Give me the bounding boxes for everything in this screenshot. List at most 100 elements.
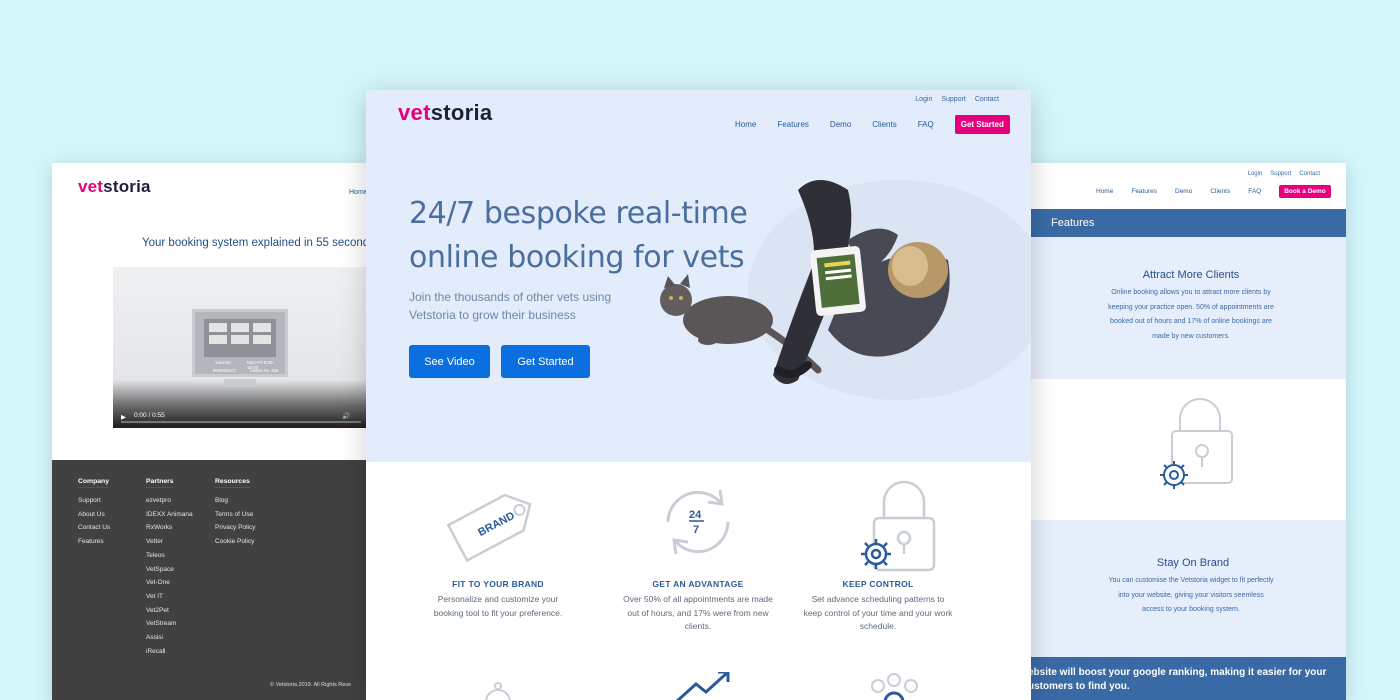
footer-link[interactable]: Blog — [215, 494, 255, 508]
video-headline: Your booking system explained in 55 seco… — [142, 237, 372, 249]
footer-link[interactable]: Vet-One — [146, 576, 193, 590]
contact-link[interactable]: Contact — [1299, 171, 1320, 177]
features-section: BRAND FIT TO YOUR BRAND Personalize and … — [366, 462, 1031, 700]
lock-gear-icon — [1160, 398, 1233, 489]
top-links: Login Support Contact — [1240, 171, 1320, 177]
nav-home[interactable]: Home — [735, 120, 756, 129]
footer-link[interactable]: iRecall — [146, 645, 193, 659]
footer-link[interactable]: Support — [78, 494, 110, 508]
banner-text: ustomers to find you. — [1028, 680, 1130, 692]
24-7-cycle-icon: 24 7 — [666, 489, 730, 555]
logo-part-storia: storia — [430, 100, 493, 125]
nav-clients[interactable]: Clients — [1210, 188, 1230, 195]
attract-clients-section: Attract More Clients Online booking allo… — [1022, 237, 1346, 379]
features-section-header: Features — [1022, 209, 1346, 237]
logo-part-vet: vet — [398, 100, 431, 125]
footer-heading: Company — [78, 478, 109, 488]
footer-link[interactable]: VetSpace — [146, 563, 193, 577]
footer-link[interactable]: Terms of Use — [215, 508, 255, 522]
feature-title: FIT TO YOUR BRAND — [452, 579, 544, 589]
feature-description: Set advance scheduling patterns to keep … — [803, 594, 953, 631]
video-progress-bar[interactable] — [121, 421, 361, 423]
footer-heading: Resources — [215, 478, 250, 488]
contact-link[interactable]: Contact — [975, 96, 999, 103]
footer-link[interactable]: Vet IT — [146, 590, 193, 604]
footer-col-resources: Resources Blog Terms of Use Privacy Poli… — [215, 478, 255, 549]
explainer-video[interactable]: YourVet Mon-Fri 9:00-18:00 8089382Z2 Lex… — [113, 267, 372, 428]
get-started-button[interactable]: Get Started — [501, 345, 590, 378]
center-page-screenshot: vetstoria Login Support Contact Home Featu… — [366, 90, 1031, 700]
logo-part-vet: vet — [78, 177, 104, 196]
screen-text: YourVet — [215, 360, 231, 365]
footer-link[interactable]: Privacy Policy — [215, 521, 255, 535]
feature-advantage: 24 7 GET AN ADVANTAGE Over 50% of all ap… — [598, 462, 798, 634]
footer-link[interactable]: ezvetpro — [146, 494, 193, 508]
support-link[interactable]: Support — [941, 96, 966, 103]
banner-text: ebsite will boost your google ranking, m… — [1028, 667, 1327, 678]
feature-control: KEEP CONTROL Set advance scheduling patt… — [778, 462, 978, 634]
feature-description: Personalize and customize your booking t… — [433, 594, 563, 618]
nav-clients[interactable]: Clients — [872, 120, 896, 129]
vetstoria-logo[interactable]: vetstoria — [78, 177, 151, 197]
volume-icon[interactable]: 🔊 — [342, 412, 350, 420]
hero-subtext: Join the thousands of other vets using V… — [409, 290, 612, 322]
video-controls: ▶ 0:00 / 0:55 🔊 — [113, 404, 372, 428]
left-page-screenshot: vetstoria Home Your booking system expla… — [52, 163, 372, 700]
get-started-nav-button[interactable]: Get Started — [954, 115, 1010, 134]
copyright-text: © Vetstoria 2019. All Rights Rese — [270, 682, 352, 688]
section-title: Stay On Brand — [1156, 557, 1230, 569]
stay-on-brand-section: Stay On Brand You can customise the Vets… — [1022, 520, 1346, 657]
lock-illustration-section — [1022, 379, 1346, 520]
login-link[interactable]: Login — [1248, 171, 1263, 177]
footer-link[interactable]: Vet2Pet — [146, 604, 193, 618]
nav-features[interactable]: Features — [1131, 188, 1157, 195]
site-footer: Company Support About Us Contact Us Feat… — [52, 460, 372, 700]
nav-home[interactable]: Home — [1096, 188, 1113, 195]
footer-col-company: Company Support About Us Contact Us Feat… — [78, 478, 110, 549]
footer-link[interactable]: Assisi — [146, 631, 193, 645]
footer-link[interactable]: Cookie Policy — [215, 535, 255, 549]
nav-demo[interactable]: Demo — [830, 120, 851, 129]
hero-section: vetstoria Login Support Contact Home Featu… — [366, 90, 1031, 462]
play-icon[interactable]: ▶ — [121, 413, 126, 421]
main-nav: Home Features Demo Clients FAQ Book a Demo — [1096, 185, 1331, 198]
section-title: Attract More Clients — [1142, 269, 1240, 281]
footer-link[interactable]: IDEXX Animana — [146, 508, 193, 522]
tag-label: BRAND — [476, 510, 517, 539]
nav-home-link[interactable]: Home — [349, 189, 368, 196]
monitor-stand — [224, 379, 256, 387]
section-description: You can customise the Vetstoria widget t… — [1108, 577, 1274, 613]
footer-link[interactable]: VetStream — [146, 617, 193, 631]
footer-link[interactable]: Teleos — [146, 549, 193, 563]
monitor-illustration: YourVet Mon-Fri 9:00-18:00 8089382Z2 Lex… — [192, 309, 288, 377]
support-link[interactable]: Support — [1270, 171, 1291, 177]
nav-faq[interactable]: FAQ — [918, 120, 934, 129]
screen-text: Lexter Av. 156 — [250, 368, 279, 373]
hero-photo-woman-with-cat — [660, 180, 1031, 400]
right-page-screenshot: Login Support Contact Home Features Demo Clie… — [1022, 163, 1346, 700]
feature-description: Over 50% of all appointments are made ou… — [623, 594, 773, 631]
nav-demo[interactable]: Demo — [1175, 188, 1192, 195]
seo-banner: ebsite will boost your google ranking, m… — [1022, 657, 1346, 700]
video-time: 0:00 / 0:55 — [134, 412, 165, 419]
partially-visible-feature-icons — [485, 672, 918, 700]
top-links: Login Support Contact — [906, 96, 999, 103]
footer-link[interactable]: Vetter — [146, 535, 193, 549]
tag-icon: BRAND — [446, 493, 532, 563]
logo-part-storia: storia — [103, 177, 151, 196]
login-link[interactable]: Login — [915, 96, 932, 103]
nav-features[interactable]: Features — [777, 120, 809, 129]
icon-text-7: 7 — [693, 524, 699, 536]
vetstoria-logo[interactable]: vetstoria — [398, 100, 492, 126]
footer-link[interactable]: Contact Us — [78, 521, 110, 535]
book-demo-button[interactable]: Book a Demo — [1279, 185, 1331, 198]
nav-faq[interactable]: FAQ — [1248, 188, 1261, 195]
main-nav: Home Features Demo Clients FAQ Get Start… — [735, 115, 1010, 134]
see-video-button[interactable]: See Video — [409, 345, 490, 378]
footer-link[interactable]: Features — [78, 535, 110, 549]
footer-link[interactable]: RxWorks — [146, 521, 193, 535]
icon-text-24: 24 — [689, 509, 702, 521]
feature-title: GET AN ADVANTAGE — [652, 579, 744, 589]
lock-gear-icon — [861, 480, 936, 572]
footer-link[interactable]: About Us — [78, 508, 110, 522]
